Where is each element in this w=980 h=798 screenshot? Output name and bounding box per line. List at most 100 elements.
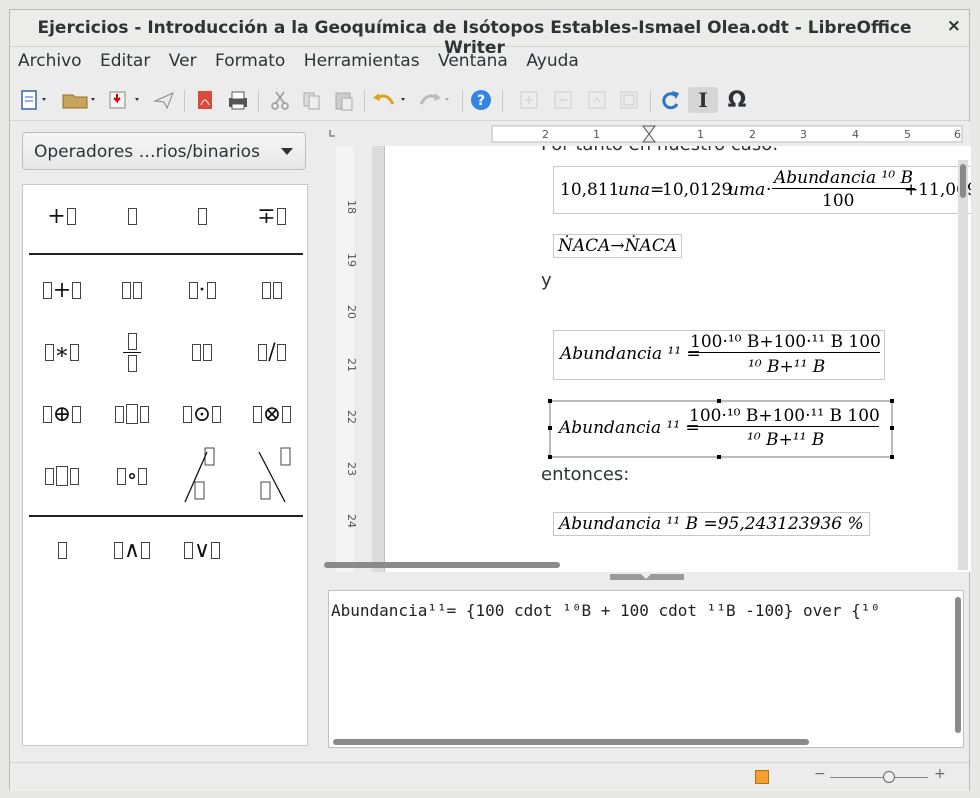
separator <box>29 515 303 517</box>
menu-ayuda[interactable]: Ayuda <box>526 47 579 75</box>
horizontal-scrollbar[interactable] <box>322 560 958 570</box>
formula-object-selected[interactable]: Abundancia ¹¹ = 100·¹⁰ B+100·¹¹ B 100 ¹⁰… <box>548 399 894 459</box>
element-plus[interactable]: + <box>27 265 97 315</box>
element-odot[interactable]: ⊙ <box>167 389 237 439</box>
undo-icon[interactable] <box>370 87 410 113</box>
vertical-scrollbar[interactable] <box>958 160 968 570</box>
copy-icon[interactable] <box>298 87 326 113</box>
new-document-icon[interactable] <box>18 87 52 113</box>
paragraph-text: Por tanto en nuestro caso: <box>541 146 778 155</box>
cut-icon[interactable] <box>266 87 294 113</box>
menu-ver[interactable]: Ver <box>169 47 197 75</box>
menu-formato[interactable]: Formato <box>215 47 285 75</box>
paste-icon[interactable] <box>330 87 358 113</box>
element-odivide[interactable] <box>27 451 97 501</box>
ruler-label: 6 <box>954 128 961 141</box>
open-folder-icon[interactable] <box>60 87 100 113</box>
pane-splitter[interactable] <box>610 574 684 580</box>
menu-bar: Archivo Editar Ver Formato Herramientas … <box>10 47 969 75</box>
redo-icon[interactable] <box>414 87 454 113</box>
category-dropdown[interactable]: Operadores …rios/binarios <box>22 132 306 170</box>
ruler-label: 22 <box>345 410 358 424</box>
element-neg[interactable] <box>27 525 97 575</box>
document-area: 2 1 1 2 3 4 5 6 18 19 20 21 22 23 24 10,… <box>322 122 971 572</box>
formula-unit: una <box>618 180 651 200</box>
ruler-label: 5 <box>904 128 911 141</box>
element-div[interactable] <box>167 327 237 377</box>
formula-denominator: ¹⁰ B+¹¹ B <box>748 357 826 377</box>
element-cdot[interactable]: · <box>167 265 237 315</box>
element-circ[interactable]: ∘ <box>97 451 167 501</box>
element-slash[interactable]: / <box>237 327 307 377</box>
element-ominus[interactable] <box>97 389 167 439</box>
element-widebslash[interactable] <box>237 445 307 505</box>
save-icon[interactable] <box>106 87 144 113</box>
element-oplus[interactable]: ⊕ <box>27 389 97 439</box>
paragraph-text: entonces: <box>541 464 630 485</box>
formula-object[interactable]: Abundancia ¹¹ = 100·¹⁰ B+100·¹¹ B 100 ¹⁰… <box>553 330 885 380</box>
zoom-out-icon[interactable] <box>550 87 576 113</box>
element-plusminus-unary[interactable] <box>167 191 237 241</box>
ruler-label: 1 <box>593 128 600 141</box>
menu-editar[interactable]: Editar <box>100 47 150 75</box>
vertical-ruler: 18 19 20 21 22 23 24 <box>322 146 372 572</box>
menu-ventana[interactable]: Ventana <box>438 47 508 75</box>
element-minus-unary[interactable] <box>97 191 167 241</box>
export-pdf-icon[interactable] <box>192 87 218 113</box>
element-wideslash[interactable] <box>167 445 237 505</box>
document-page: Por tanto en nuestro caso: 10,811 una = … <box>384 146 971 572</box>
zoom-in-icon[interactable] <box>516 87 542 113</box>
formula-cursor-icon[interactable]: I <box>688 87 718 113</box>
element-minus[interactable] <box>97 265 167 315</box>
editor-vertical-scroll-thumb[interactable] <box>955 597 961 733</box>
formula-value: 10,811 <box>560 180 620 200</box>
ruler-label: 18 <box>345 200 358 214</box>
element-or[interactable]: ∨ <box>167 525 237 575</box>
elements-grid: + ∓ + · ∗ / ⊕ ⊙ ⊗ ∘ ∧ ∨ <box>22 184 308 746</box>
ruler-label: 23 <box>345 462 358 476</box>
element-otimes[interactable]: ⊗ <box>237 389 307 439</box>
formula-object[interactable]: 10,811 una = 10,0129 uma · Abundancia ¹⁰… <box>553 166 971 214</box>
update-icon[interactable] <box>656 87 684 113</box>
status-bar: − + <box>10 762 969 791</box>
zoom-slider-knob[interactable] <box>882 771 895 783</box>
close-icon[interactable]: × <box>947 16 961 36</box>
scroll-thumb[interactable] <box>324 562 560 568</box>
zoom-100-icon[interactable] <box>584 87 610 113</box>
zoom-out-button[interactable]: − <box>814 766 826 782</box>
chevron-down-icon <box>281 148 293 155</box>
formula-lhs: Abundancia ¹¹ = <box>560 344 701 364</box>
editor-horizontal-scroll-thumb[interactable] <box>333 739 809 745</box>
ruler-label: 3 <box>800 128 807 141</box>
element-times[interactable] <box>237 265 307 315</box>
formula-object[interactable]: ṄACA→ṄACA <box>553 234 683 258</box>
element-plus-unary[interactable]: + <box>27 191 97 241</box>
ruler-label: 2 <box>542 128 549 141</box>
formula-denominator: ¹⁰ B+¹¹ B <box>747 430 825 450</box>
element-and[interactable]: ∧ <box>97 525 167 575</box>
email-icon[interactable] <box>150 87 178 113</box>
formula-object[interactable]: Abundancia ¹¹ B =95,243123936 % <box>553 512 870 536</box>
zoom-slider[interactable] <box>830 777 928 778</box>
element-over[interactable] <box>97 327 167 377</box>
show-all-icon[interactable] <box>616 87 642 113</box>
formula-numerator: 100·¹⁰ B+100·¹¹ B 100 <box>688 332 881 353</box>
formula-value: 10,0129 <box>662 180 733 200</box>
menu-herramientas[interactable]: Herramientas <box>304 47 420 75</box>
symbols-icon[interactable]: Ω <box>722 87 752 113</box>
menu-archivo[interactable]: Archivo <box>18 47 82 75</box>
document-modified-icon <box>755 770 769 784</box>
ruler-label: 1 <box>697 128 704 141</box>
element-minusplus-unary[interactable]: ∓ <box>237 191 307 241</box>
zoom-in-button[interactable]: + <box>934 766 946 782</box>
formula-command-editor[interactable]: Abundancia¹¹= {100 cdot ¹⁰B + 100 cdot ¹… <box>328 590 964 748</box>
help-icon[interactable]: ? <box>468 87 494 113</box>
formula-denominator: 100 <box>822 191 855 211</box>
category-label: Operadores …rios/binarios <box>34 142 260 162</box>
paragraph-text: y <box>541 270 552 291</box>
print-icon[interactable] <box>224 87 252 113</box>
ruler-label: 24 <box>345 514 358 528</box>
element-asterisk[interactable]: ∗ <box>27 327 97 377</box>
scroll-thumb[interactable] <box>960 164 966 198</box>
standard-toolbar: ? I Ω <box>10 82 969 121</box>
